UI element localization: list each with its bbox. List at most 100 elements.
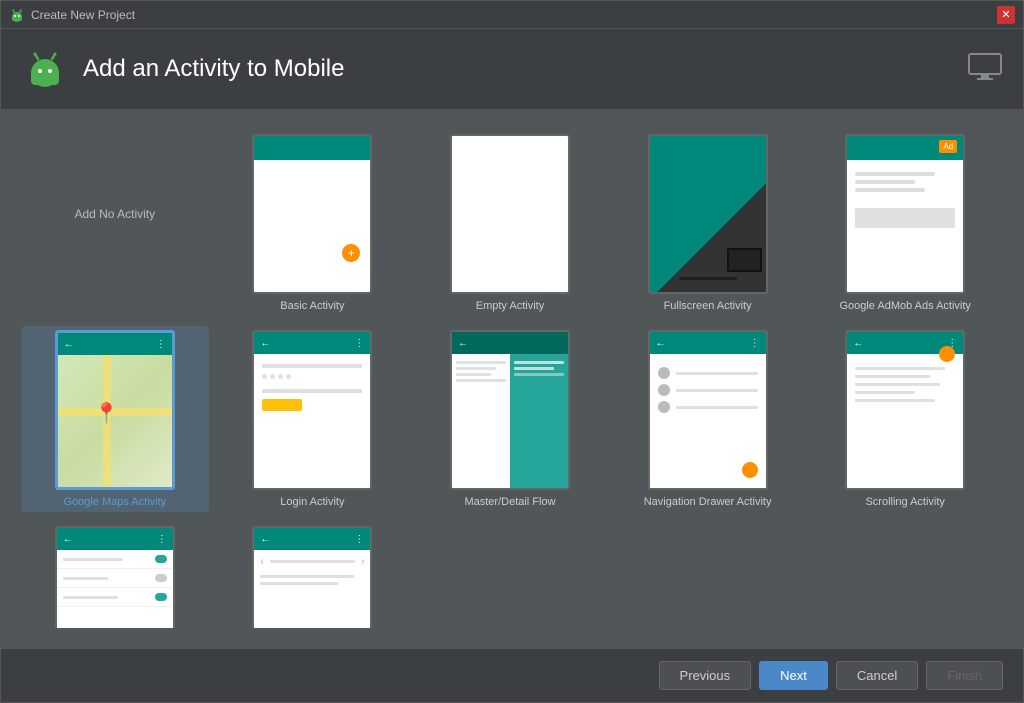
maps-activity-label: Google Maps Activity [63,496,166,508]
admob-activity-preview: Ad [845,134,965,294]
main-area: Add No Activity + Basic Activity Empty A… [1,110,1023,648]
scroll-activity-label: Scrolling Activity [865,496,944,508]
dialog-content: Add an Activity to Mobile Add No Activit… [1,29,1023,702]
settings-row3 [57,588,173,607]
login-dots-row [262,374,362,379]
nav2-arrow-left: ‹ [260,556,263,567]
nav-line1 [676,372,758,375]
activity-item-tabbed[interactable]: ← ⋮ ‹ › Tabbed Ac [219,522,407,628]
dot3 [278,374,283,379]
finish-button[interactable]: Finish [926,661,1003,690]
main-window: Create New Project ✕ Add an Activity to … [0,0,1024,703]
fullscreen-activity-preview [648,134,768,294]
nav2-back-icon: ← [260,534,270,545]
window-title: Create New Project [31,8,135,22]
scroll-lines [847,354,963,415]
nav-circle2 [658,384,670,396]
dialog-title: Add an Activity to Mobile [83,55,344,83]
settings-line3 [63,596,118,599]
activity-item-nav[interactable]: ← ⋮ [614,326,802,512]
tabbed-activity-preview: ← ⋮ ‹ › [252,526,372,628]
nav-line2 [676,389,758,392]
activity-item-admob[interactable]: Ad Google AdMob Ads Activity [811,130,999,316]
previous-button[interactable]: Previous [659,661,752,690]
window-controls: ✕ [997,6,1015,24]
login-button-preview [262,399,302,411]
scroll-activity-preview: ← ⋮ [845,330,965,490]
toggle2 [155,574,167,582]
master-content [452,354,568,488]
settings-line2 [63,577,108,580]
nav-bar: ← ⋮ [650,332,766,354]
master-right [510,354,568,488]
dot2 [270,374,275,379]
activity-grid: Add No Activity + Basic Activity Empty A… [21,130,1003,628]
settings-dots-icon: ⋮ [157,534,167,545]
toggle1 [155,555,167,563]
settings-row1 [57,550,173,569]
android-logo [21,45,69,93]
activity-item-basic[interactable]: + Basic Activity [219,130,407,316]
admob-badge: Ad [939,140,957,153]
basic-preview-bar [254,136,370,160]
master-activity-label: Master/Detail Flow [464,496,555,508]
login-field1 [262,364,362,368]
login-back-icon: ← [260,338,270,349]
nav-line3 [676,406,758,409]
activity-item-maps[interactable]: ← ⋮ 📍 Google Maps Activ [21,326,209,512]
nav-circles [650,354,766,426]
scroll-back-icon: ← [853,338,863,349]
cancel-button[interactable]: Cancel [836,661,918,690]
admob-top-bar: Ad [847,136,963,160]
activity-item-login[interactable]: ← ⋮ Login Activity [219,326,407,512]
basic-preview-fab: + [342,244,360,262]
empty-activity-label: Empty Activity [476,300,544,312]
nav2-arrow-right: › [361,556,364,567]
login-bar: ← ⋮ [254,332,370,354]
activity-item-master[interactable]: ← [416,326,604,512]
nav-dots-icon: ⋮ [750,338,760,349]
settings-back-icon: ← [63,534,73,545]
nav-circle1 [658,367,670,379]
nav-row1 [658,367,758,379]
login-activity-label: Login Activity [280,496,344,508]
activity-item-empty[interactable]: Empty Activity [416,130,604,316]
empty-activity-preview [450,134,570,294]
nav-back-icon: ← [656,338,666,349]
dialog-footer: Previous Next Cancel Finish [1,648,1023,702]
add-no-activity-label: Add No Activity [74,207,155,221]
fullscreen-activity-label: Fullscreen Activity [664,300,752,312]
settings-row2 [57,569,173,588]
maps-back-icon: ← [64,339,74,350]
master-left [452,354,510,488]
master-back-icon: ← [458,338,468,349]
admob-banner [855,208,955,228]
activity-item-add-no-activity[interactable]: Add No Activity [21,130,209,316]
settings-activity-preview: ← ⋮ [55,526,175,628]
maps-bar: ← ⋮ [58,333,172,355]
maps-dots-icon: ⋮ [156,339,166,350]
login-field2 [262,389,362,393]
next-button[interactable]: Next [759,661,828,690]
basic-activity-preview: + [252,134,372,294]
toggle3 [155,593,167,601]
nav-activity-preview: ← ⋮ [648,330,768,490]
maps-activity-preview: ← ⋮ 📍 [55,330,175,490]
nav-fab [742,462,758,478]
nav-circle3 [658,401,670,413]
close-button[interactable]: ✕ [997,6,1015,24]
tabbed-content: ‹ › [254,550,370,595]
activity-item-settings[interactable]: ← ⋮ [21,522,209,628]
admob-activity-label: Google AdMob Ads Activity [839,300,970,312]
nav-row3 [658,401,758,413]
settings-line1 [63,558,123,561]
activity-item-scroll[interactable]: ← ⋮ Scrolling Activity [811,326,999,512]
master-activity-preview: ← [450,330,570,490]
title-bar: Create New Project ✕ [1,1,1023,29]
login-activity-preview: ← ⋮ [252,330,372,490]
android-small-icon [9,7,25,23]
activity-item-fullscreen[interactable]: Fullscreen Activity [614,130,802,316]
dot4 [286,374,291,379]
nav2-bar: ← ⋮ [254,528,370,550]
basic-activity-label: Basic Activity [280,300,344,312]
